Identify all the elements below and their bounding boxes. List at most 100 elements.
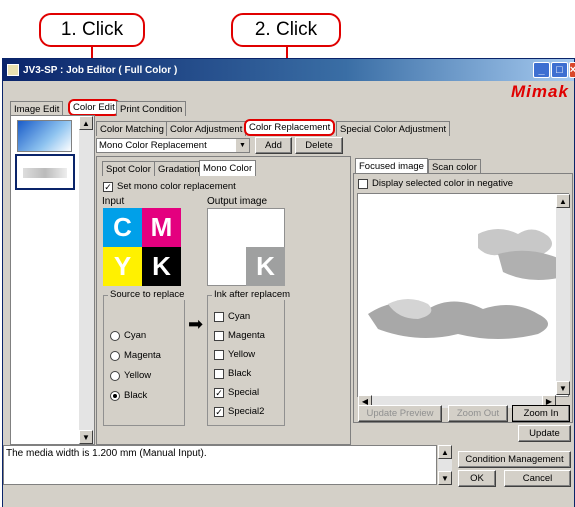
arrow-right-icon: ➡	[188, 314, 204, 334]
tab-image-edit[interactable]: Image Edit	[10, 101, 64, 116]
ink-group: Ink after replacem Cyan Magenta Yellow B…	[207, 289, 293, 426]
ink-box-special2[interactable]: ✓	[214, 406, 224, 417]
replacement-select[interactable]: Mono Color Replacement ▼	[96, 138, 250, 153]
zoom-in-button[interactable]: Zoom In	[512, 405, 570, 422]
ink-checkbox-special[interactable]: ✓ Special	[214, 387, 259, 398]
status-scroll-down-arrow[interactable]: ▼	[438, 471, 452, 485]
status-box: The media width is 1.200 mm (Manual Inpu…	[3, 445, 437, 485]
preview-image	[357, 193, 569, 397]
thumbnail-2[interactable]	[15, 154, 75, 190]
replacement-select-value: Mono Color Replacement	[99, 140, 207, 151]
tab-scan-color[interactable]: Scan color	[428, 159, 481, 174]
ink-label-special: Special	[228, 387, 260, 398]
ink-checkbox-magenta[interactable]: Magenta	[214, 330, 265, 341]
tab-focused-image[interactable]: Focused image	[355, 158, 428, 174]
ink-box-black[interactable]	[214, 368, 224, 379]
input-swatch: C M Y K	[103, 208, 181, 286]
app-window: JV3-SP : Job Editor ( Full Color ) _ □ ×…	[2, 58, 575, 507]
tab-color-adjustment[interactable]: Color Adjustment	[166, 121, 247, 136]
tab-color-matching[interactable]: Color Matching	[96, 121, 168, 136]
title-bar: JV3-SP : Job Editor ( Full Color )	[3, 59, 574, 81]
source-label-cyan: Cyan	[124, 330, 147, 341]
source-group-title: Source to replace	[108, 289, 187, 300]
ink-checkbox-special2[interactable]: ✓ Special2	[214, 406, 264, 417]
source-radio-black[interactable]: Black	[110, 390, 147, 401]
ink-checkbox-black[interactable]: Black	[214, 368, 251, 379]
update-preview-button[interactable]: Update Preview	[358, 405, 442, 422]
cloud-image	[368, 229, 558, 339]
negative-label: Display selected color in negative	[372, 178, 513, 189]
ink-label-cyan: Cyan	[228, 311, 251, 322]
radio-magenta[interactable]	[110, 350, 120, 361]
cancel-button[interactable]: Cancel	[504, 470, 571, 487]
status-message: The media width is 1.200 mm (Manual Inpu…	[6, 448, 207, 459]
ink-box-cyan[interactable]	[214, 311, 224, 322]
thumbnail-list: ▲ ▼	[10, 115, 95, 445]
set-mono-checkbox[interactable]: ✓ Set mono color replacement	[103, 181, 236, 192]
tab-special-color-adjustment[interactable]: Special Color Adjustment	[336, 121, 451, 136]
status-scroll-up-arrow[interactable]: ▲	[438, 445, 452, 459]
ink-box-yellow[interactable]	[214, 349, 224, 360]
ink-checkbox-cyan[interactable]: Cyan	[214, 311, 250, 322]
negative-checkbox[interactable]: Display selected color in negative	[358, 178, 513, 189]
output-ink-k: K	[246, 247, 285, 286]
chevron-down-icon[interactable]: ▼	[236, 139, 249, 152]
preview-vscroll[interactable]	[556, 194, 570, 395]
tab-spot-color[interactable]: Spot Color	[102, 161, 155, 176]
brand-logo: Mimak	[511, 82, 569, 101]
source-radio-cyan[interactable]: Cyan	[110, 330, 146, 341]
delete-button[interactable]: Delete	[295, 137, 343, 154]
ink-box-magenta[interactable]	[214, 330, 224, 341]
tab-print-condition[interactable]: Print Condition	[116, 101, 187, 116]
ink-m: M	[142, 208, 181, 247]
tab-color-edit[interactable]: Color Edit	[68, 99, 120, 116]
zoom-out-button[interactable]: Zoom Out	[448, 405, 508, 422]
add-button[interactable]: Add	[255, 137, 292, 154]
ink-checkbox-yellow[interactable]: Yellow	[214, 349, 255, 360]
window-title: JV3-SP : Job Editor ( Full Color )	[23, 64, 178, 76]
ink-label-yellow: Yellow	[228, 349, 256, 360]
radio-yellow[interactable]	[110, 370, 120, 381]
scroll-down-arrow[interactable]: ▼	[79, 430, 93, 444]
callout-step2: 2. Click	[231, 13, 341, 47]
callout-step1: 1. Click	[39, 13, 145, 47]
condition-management-button[interactable]: Condition Management	[458, 451, 571, 468]
preview-scroll-down-arrow[interactable]: ▼	[556, 381, 570, 395]
ink-k: K	[142, 247, 181, 286]
source-radio-magenta[interactable]: Magenta	[110, 350, 161, 361]
ink-label-black: Black	[228, 368, 252, 379]
ink-label-magenta: Magenta	[228, 330, 265, 341]
update-button[interactable]: Update	[518, 425, 571, 442]
radio-black[interactable]	[110, 390, 120, 401]
source-label-black: Black	[124, 390, 148, 401]
thumbnail-1[interactable]	[17, 120, 72, 152]
source-radio-yellow[interactable]: Yellow	[110, 370, 151, 381]
ink-label-special2: Special2	[228, 406, 265, 417]
output-swatch: K	[207, 208, 285, 286]
ink-c: C	[103, 208, 142, 247]
scroll-up-arrow[interactable]: ▲	[79, 116, 93, 130]
output-image-label: Output image	[207, 196, 268, 207]
ink-y: Y	[103, 247, 142, 286]
preview-scroll-up-arrow[interactable]: ▲	[556, 194, 570, 208]
ink-box-special[interactable]: ✓	[214, 387, 224, 398]
ok-button[interactable]: OK	[458, 470, 496, 487]
window-bottom-edge	[3, 487, 574, 507]
set-mono-label: Set mono color replacement	[117, 181, 236, 192]
tab-mono-color[interactable]: Mono Color	[199, 160, 257, 176]
maximize-button[interactable]: □	[551, 62, 568, 78]
tab-gradation[interactable]: Gradation	[154, 161, 204, 176]
app-icon	[7, 64, 19, 76]
mono-panel: Spot Color Gradation Mono Color ✓ Set mon…	[96, 156, 351, 445]
tab-color-replacement[interactable]: Color Replacement	[244, 119, 336, 136]
negative-box[interactable]	[358, 178, 368, 189]
set-mono-box[interactable]: ✓	[103, 181, 113, 192]
source-label-magenta: Magenta	[124, 350, 161, 361]
thumbnail-scrollbar[interactable]	[79, 116, 94, 444]
close-button[interactable]: ×	[569, 62, 575, 78]
radio-cyan[interactable]	[110, 330, 120, 341]
source-group: Source to replace Cyan Magenta Yellow Bl…	[103, 289, 187, 426]
preview-panel: Display selected color in negative ▲ ▼ ◀…	[353, 173, 573, 423]
input-label: Input	[102, 196, 125, 207]
minimize-button[interactable]: _	[533, 62, 550, 78]
